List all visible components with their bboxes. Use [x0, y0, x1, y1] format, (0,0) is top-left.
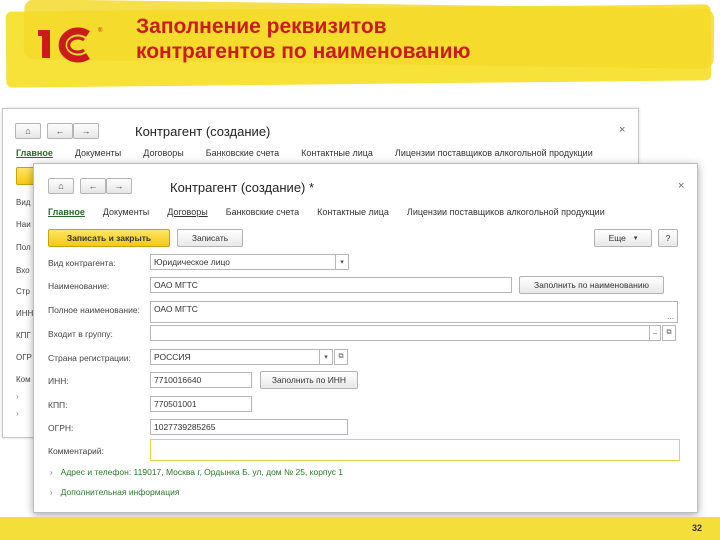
kpp-input[interactable]: 770501001 [150, 396, 252, 412]
footer-stripe [0, 517, 720, 540]
inn-label: ИНН: [48, 376, 69, 386]
back-button[interactable]: ← [80, 178, 106, 194]
slide-title-line2: контрагентов по наименованию [136, 40, 471, 63]
name-input[interactable]: ОАО МГТС [150, 277, 512, 293]
dropdown-arrow-icon[interactable]: ▾ [335, 254, 349, 270]
expand-arrow-icon: › [50, 488, 53, 497]
inn-input[interactable]: 7710016640 [150, 372, 252, 388]
arrow-left-icon: ← [55, 126, 65, 136]
back-button[interactable]: ← [47, 123, 73, 139]
home-button[interactable]: ⌂ [15, 123, 41, 139]
tab-licenses[interactable]: Лицензии поставщиков алкогольной продукц… [407, 207, 605, 217]
tab-contacts[interactable]: Контактные лица [317, 207, 389, 217]
side-label-kind: Вид [16, 198, 31, 207]
arrow-right-icon: → [81, 126, 91, 136]
kind-select[interactable]: Юридическое лицо [150, 254, 336, 270]
side-label-comment: Ком [16, 375, 31, 384]
tab-bank-accounts[interactable]: Банковские счета [206, 148, 279, 158]
logo-1c-icon: ® [38, 27, 103, 63]
arrow-left-icon: ← [88, 181, 98, 191]
ogrn-label: ОГРН: [48, 423, 74, 433]
group-input[interactable] [150, 325, 650, 341]
open-icon[interactable]: ⧉ [334, 349, 348, 365]
home-icon: ⌂ [58, 181, 64, 191]
fill-by-name-button[interactable]: Заполнить по наименованию [519, 276, 664, 294]
country-select[interactable]: РОССИЯ [150, 349, 320, 365]
tab-contracts[interactable]: Договоры [167, 207, 207, 217]
comment-input[interactable] [150, 439, 680, 461]
expand-arrow-icon[interactable]: › [16, 409, 19, 418]
dropdown-arrow-icon[interactable]: ▾ [319, 349, 333, 365]
foreground-window: ⌂ ← → Контрагент (создание) * × Главное … [33, 163, 698, 513]
expand-arrow-icon: › [50, 468, 53, 477]
slide-header: ® Заполнение реквизитов контрагентов по … [0, 0, 720, 92]
more-button-label: Еще [608, 233, 626, 243]
fill-by-inn-button[interactable]: Заполнить по ИНН [260, 371, 358, 389]
country-label: Страна регистрации: [48, 353, 131, 363]
expand-arrow-icon[interactable]: › [16, 392, 19, 401]
name-label: Наименование: [48, 281, 110, 291]
tab-main[interactable]: Главное [48, 207, 85, 217]
tab-main[interactable]: Главное [16, 148, 53, 158]
side-label-group: Вхо [16, 266, 30, 275]
side-label-kpp: КПГ [16, 331, 31, 340]
save-button[interactable]: Записать [177, 229, 243, 247]
window-title: Контрагент (создание) * [170, 180, 315, 195]
tab-documents[interactable]: Документы [103, 207, 149, 217]
side-label-full-name: Пол [16, 243, 31, 252]
tab-documents[interactable]: Документы [75, 148, 121, 158]
select-icon[interactable]: ⧉ [662, 325, 676, 341]
save-and-close-button[interactable]: Записать и закрыть [48, 229, 170, 247]
side-label-ogrn: ОГР [16, 353, 32, 362]
extra-info-link-row[interactable]: › Дополнительная информация [50, 487, 180, 497]
arrow-right-icon: → [114, 181, 124, 191]
window-title: Контрагент (создание) [135, 124, 271, 139]
home-button[interactable]: ⌂ [48, 178, 74, 194]
full-name-input[interactable]: ОАО МГТС [150, 301, 678, 323]
more-button[interactable]: Еще ▾ [594, 229, 652, 247]
clear-icon[interactable]: – [649, 325, 661, 341]
comment-label: Комментарий: [48, 446, 104, 456]
kind-label: Вид контрагента: [48, 258, 116, 268]
side-label-inn: ИНН [16, 309, 34, 318]
kpp-label: КПП: [48, 400, 68, 410]
close-icon[interactable]: × [678, 180, 684, 192]
ogrn-input[interactable]: 1027739285265 [150, 419, 348, 435]
tab-bank-accounts[interactable]: Банковские счета [226, 207, 299, 217]
full-name-label: Полное наименование: [48, 305, 140, 315]
tab-bar: Главное Документы Договоры Банковские сч… [48, 207, 605, 217]
group-label: Входит в группу: [48, 329, 113, 339]
address-link: Адрес и телефон: 119017, Москва г, Ордын… [60, 467, 344, 477]
close-icon[interactable]: × [619, 124, 625, 136]
tab-licenses[interactable]: Лицензии поставщиков алкогольной продукц… [395, 148, 593, 158]
side-label-country: Стр [16, 287, 30, 296]
tab-bar: Главное Документы Договоры Банковские сч… [16, 148, 615, 158]
slide-title-line1: Заполнение реквизитов [136, 15, 387, 38]
home-icon: ⌂ [25, 126, 31, 136]
slide-title: Заполнение реквизитов контрагентов по на… [136, 14, 470, 64]
forward-button[interactable]: → [106, 178, 132, 194]
tab-contacts[interactable]: Контактные лица [301, 148, 373, 158]
side-label-name: Наи [16, 220, 31, 229]
svg-text:®: ® [98, 27, 103, 34]
page-number: 32 [691, 523, 702, 533]
more-dots-icon[interactable]: ... [667, 311, 674, 321]
address-link-row[interactable]: › Адрес и телефон: 119017, Москва г, Орды… [50, 467, 343, 477]
help-button[interactable]: ? [658, 229, 678, 247]
forward-button[interactable]: → [73, 123, 99, 139]
extra-info-link: Дополнительная информация [60, 487, 180, 497]
chevron-down-icon: ▾ [633, 235, 638, 242]
tab-contracts[interactable]: Договоры [143, 148, 183, 158]
